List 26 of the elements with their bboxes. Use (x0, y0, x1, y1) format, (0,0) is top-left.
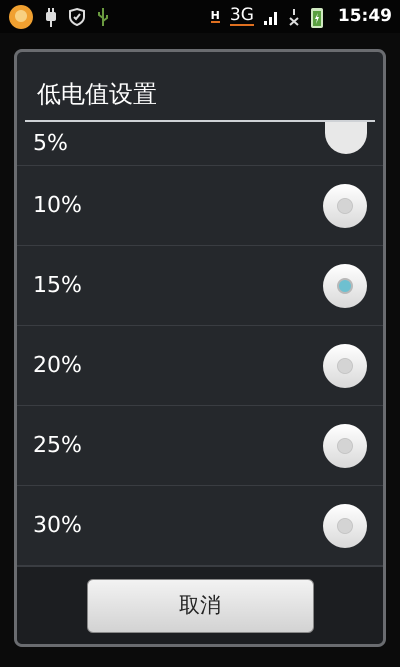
option-label: 15% (33, 272, 82, 300)
option-row[interactable]: 10% (17, 166, 383, 246)
option-label: 10% (33, 192, 82, 220)
radio-button[interactable] (323, 344, 367, 388)
network-type-label: H (210, 10, 220, 23)
radio-button[interactable] (323, 264, 367, 308)
option-row[interactable]: 15% (17, 246, 383, 326)
no-signal-icon (288, 6, 300, 26)
clock-time: 15:49 (338, 4, 392, 28)
option-row[interactable]: 20% (17, 326, 383, 406)
cancel-button[interactable]: 取消 (86, 578, 314, 632)
option-label: 5% (33, 130, 68, 158)
option-label: 30% (33, 512, 82, 540)
radio-button[interactable] (323, 424, 367, 468)
radio-button[interactable] (325, 122, 367, 154)
option-row[interactable]: 25% (17, 406, 383, 486)
radio-button[interactable] (323, 504, 367, 548)
option-label: 20% (33, 352, 82, 380)
dialog-title: 低电值设置 (36, 79, 158, 110)
option-label: 25% (33, 432, 82, 460)
shield-check-icon (68, 6, 86, 26)
mobile-data-label: 3G (230, 7, 254, 26)
option-row[interactable]: 5% (17, 122, 383, 166)
app-logo-icon (8, 4, 34, 30)
radio-button[interactable] (323, 184, 367, 228)
usb-plug-icon (44, 6, 58, 26)
